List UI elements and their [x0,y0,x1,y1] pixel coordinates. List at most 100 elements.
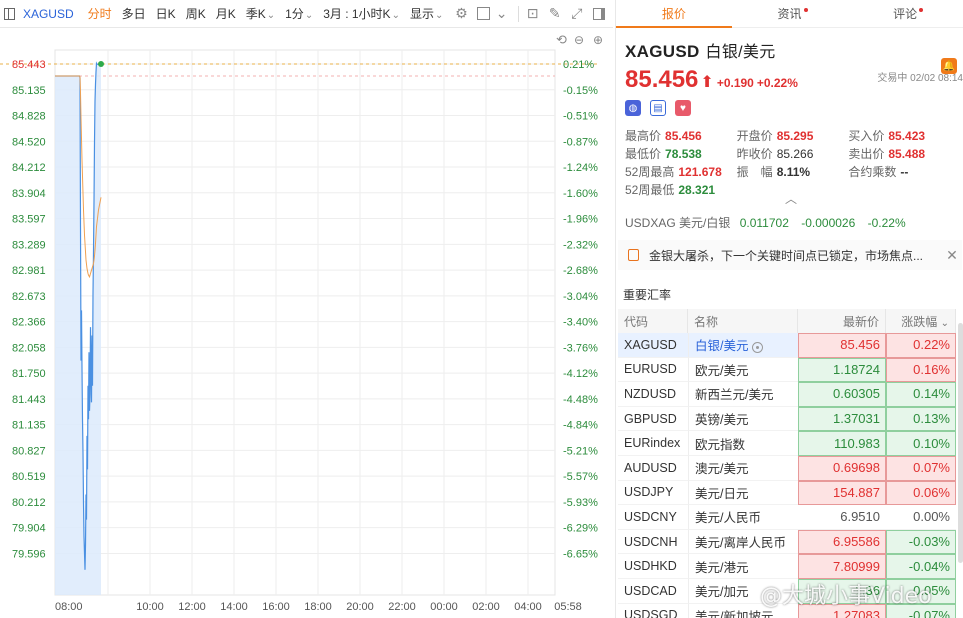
quote-actions: ◍ ▤ ♥ [625,100,963,116]
book-icon[interactable]: ▤ [650,100,666,116]
tab-multiday[interactable]: 多日 [122,5,146,22]
y-tick-label: 85.443 [12,59,46,71]
globe-icon[interactable]: ◍ [625,100,641,116]
stat-value: -- [900,164,909,179]
y-pct-tick-label: -1.96% [563,214,598,226]
tab-comments[interactable]: 评论 [847,0,963,27]
stat-label: 买入价 [848,128,885,143]
rate-price: 110.983 [798,431,886,456]
stat-low: 最低价 78.538 [625,145,737,162]
stat-label: 52周最高 [625,164,675,179]
table-row[interactable]: NZDUSD 新西兰元/美元 0.60305 0.14% [618,382,956,407]
chart-canvas[interactable]: 85.443 0.21% 85.135 -0.15% 84.828 -0.51% 84.52… [0,28,613,618]
rate-change-pct: -0.04% [886,554,956,579]
rate-price: 1.37031 [798,406,886,432]
col-code[interactable]: 代码 [618,309,688,333]
col-pct-label: 涨跌幅 [901,314,938,329]
inverse-quote-row[interactable]: USDXAG 美元/白银 0.011702 -0.000026 -0.22% [625,214,915,231]
rate-name-text: 英镑/美元 [695,413,749,428]
rate-code: GBPUSD [618,407,688,432]
rate-name-text: 澳元/美元 [695,462,749,477]
news-icon [628,249,639,261]
stat-value: 85.456 [665,128,702,143]
one-minute-dropdown[interactable]: 1分 [285,5,313,22]
tab-monthly-k[interactable]: 月K [216,5,236,22]
y-tick-label: 81.135 [12,420,46,432]
pin-icon[interactable] [752,341,764,353]
y-tick-label: 82.673 [12,291,46,303]
settings-icon[interactable]: ⚙ [453,5,469,23]
stat-label: 开盘价 [736,128,773,143]
arrow-up-icon: ⬆ [700,74,714,91]
col-name[interactable]: 名称 [688,309,798,333]
notification-dot [803,8,808,12]
stat-ask: 卖出价 85.488 [848,145,960,162]
news-banner[interactable]: 金银大屠杀，下一个关键时间点已锁定，市场焦点... ✕ [618,240,962,270]
rate-code: USDCAD [618,579,688,604]
layout-icon[interactable] [591,5,607,23]
rate-code: AUDUSD [618,456,688,481]
table-row[interactable]: USDJPY 美元/日元 154.887 0.06% [618,480,956,506]
col-pct[interactable]: 涨跌幅 ⌄ [886,309,956,333]
stat-value: 8.11% [776,164,811,179]
table-row[interactable]: GBPUSD 英镑/美元 1.37031 0.13% [618,406,956,432]
price-chart[interactable]: 85.443 0.21% 85.135 -0.15% 84.828 -0.51% 84.52… [0,28,613,618]
collapse-caret-icon[interactable]: ︿ [785,190,797,207]
heart-icon[interactable]: ♥ [675,100,691,116]
rate-name: 欧元指数 [688,431,798,456]
x-tick-label: 18:00 [304,601,332,613]
tab-weekly-k[interactable]: 周K [186,5,206,22]
tab-quote[interactable]: 报价 [616,0,732,28]
rate-price: 6.95586 [798,529,886,555]
sidebar-toggle-icon[interactable] [4,7,15,20]
col-price[interactable]: 最新价 [798,309,886,333]
table-row[interactable]: XAGUSD 白银/美元 85.456 0.22% [618,333,956,358]
rate-change-pct: 0.00% [886,505,956,530]
rate-name: 欧元/美元 [688,357,798,383]
stats-row: 最低价 78.538 昨收价 85.266 卖出价 85.488 [625,144,960,162]
x-tick-label: 16:00 [262,601,290,613]
zoom-in-icon[interactable]: ⊕ [593,33,603,47]
scrollbar[interactable] [958,323,963,563]
instrument-symbol: XAGUSD [625,42,700,61]
close-icon[interactable]: ✕ [942,247,962,264]
stat-value: 78.538 [665,146,702,161]
table-row[interactable]: AUDUSD 澳元/美元 0.69698 0.07% [618,455,956,481]
quarter-k-dropdown[interactable]: 季K [246,5,275,22]
table-row[interactable]: USDCNH 美元/离岸人民币 6.95586 -0.03% [618,529,956,555]
display-dropdown[interactable]: 显示 [410,5,443,22]
rate-name-text: 美元/加元 [695,585,749,600]
bell-icon[interactable]: 🔔 [941,58,957,74]
table-row[interactable]: EURUSD 欧元/美元 1.18724 0.16% [618,357,956,383]
rate-code: USDCNY [618,505,688,530]
range-dropdown[interactable]: 3月 : 1小时K [323,5,400,22]
rate-code: USDHKD [618,554,688,579]
tab-timeshare[interactable]: 分时 [88,5,112,22]
table-row[interactable]: USDHKD 美元/港元 7.80999 -0.04% [618,554,956,579]
stat-52w-high: 52周最高 121.678 [625,163,737,180]
table-row[interactable]: EURindex 欧元指数 110.983 0.10% [618,431,956,456]
checkbox-icon[interactable] [475,5,491,23]
news-headline[interactable]: 金银大屠杀，下一个关键时间点已锁定，市场焦点... [649,247,942,264]
y-pct-tick-label: -1.24% [563,162,598,174]
zoom-out-icon[interactable]: ⊖ [574,33,584,47]
chevron-down-icon: ⌄ [940,317,949,329]
table-row[interactable]: USDCNY 美元/人民币 6.9510 0.00% [618,505,956,530]
panel-tabs: 报价 资讯 评论 [616,0,963,28]
tab-daily-k[interactable]: 日K [156,5,176,22]
camera-icon[interactable]: ⊡ [525,5,541,23]
undo-icon[interactable]: ⟲ [556,32,567,47]
rates-table-wrap: 代码 名称 最新价 涨跌幅 ⌄ XAGUSD 白银/美元 85.456 0.22% EU… [618,309,962,618]
rate-name-text: 美元/人民币 [695,511,761,526]
rate-change-pct: -0.03% [886,529,956,555]
fullscreen-icon[interactable]: ⤢ [569,5,585,23]
y-pct-tick-label: -0.87% [563,136,598,148]
quote-panel: 报价 资讯 评论 XAGUSD 白银/美元 85.456 ⬆ +0.190 +0.… [615,0,963,618]
pencil-icon[interactable]: ✎ [547,5,563,23]
symbol-label[interactable]: XAGUSD [23,7,74,21]
y-tick-label: 79.596 [12,548,46,560]
tab-news[interactable]: 资讯 [732,0,848,27]
rate-name-text: 新西兰元/美元 [695,388,774,403]
y-pct-tick-label: -0.51% [563,111,598,123]
chevron-down-icon[interactable]: ⌄ [496,5,508,23]
